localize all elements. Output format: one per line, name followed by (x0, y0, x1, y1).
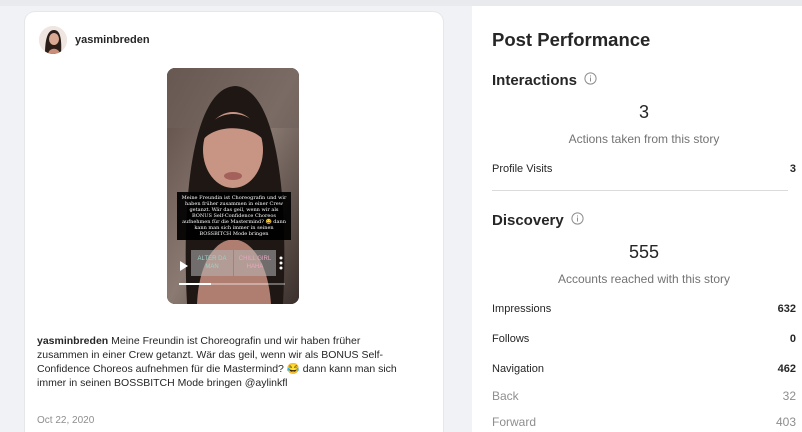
story-progress-fill (179, 283, 211, 285)
metric-label: Navigation (492, 363, 544, 375)
post-header: yasminbreden (39, 26, 150, 54)
metric-label: Follows (492, 333, 530, 345)
metric-value: 32 (782, 389, 796, 403)
metric-row-back: Back 32 (492, 389, 796, 403)
metric-value: 462 (777, 363, 796, 375)
story-sticker: CHILL GIRL HAHA (234, 250, 276, 276)
interactions-heading: Interactions (492, 72, 597, 89)
discovery-description: Accounts reached with this story (557, 272, 731, 286)
post-performance-panel: Post Performance Interactions 3 Actions … (472, 6, 802, 432)
info-icon[interactable] (584, 72, 597, 89)
metric-row-follows: Follows 0 (492, 333, 796, 345)
discovery-heading-label: Discovery (492, 212, 564, 229)
metric-value: 403 (775, 415, 796, 429)
metric-label: Impressions (492, 303, 552, 315)
metric-label: Back (492, 389, 519, 403)
info-icon[interactable] (571, 212, 584, 229)
play-icon[interactable] (179, 258, 189, 276)
metric-label: Forward (492, 415, 537, 429)
story-overlay-text: Meine Freundin ist Choreografin und wir … (177, 192, 291, 240)
post-username[interactable]: yasminbreden (75, 34, 150, 46)
discovery-heading: Discovery (492, 212, 584, 229)
story-preview[interactable]: Meine Freundin ist Choreografin und wir … (167, 68, 299, 304)
interactions-description: Actions taken from this story (568, 132, 720, 146)
metric-value: 3 (789, 163, 796, 175)
story-progress-bar[interactable] (179, 283, 285, 285)
post-card: yasminbreden Meine Freundin ist Choreogr… (25, 12, 443, 432)
post-caption: yasminbreden Meine Freundin ist Choreogr… (37, 334, 407, 390)
metric-label: Profile Visits (492, 163, 553, 175)
avatar[interactable] (39, 26, 67, 54)
metric-row-impressions: Impressions 632 (492, 303, 796, 315)
metric-value: 632 (777, 303, 796, 315)
metric-row-forward: Forward 403 (492, 415, 796, 429)
caption-username[interactable]: yasminbreden (37, 335, 108, 347)
interactions-heading-label: Interactions (492, 72, 578, 89)
metric-value: 0 (789, 333, 796, 345)
metric-row-profile-visits: Profile Visits 3 (492, 163, 796, 175)
metric-row-navigation: Navigation 462 (492, 363, 796, 375)
avatar-image (39, 26, 67, 54)
panel-title: Post Performance (492, 29, 651, 50)
discovery-value: 555 (628, 242, 660, 262)
more-options-icon[interactable] (279, 256, 283, 275)
story-sticker: ALTER DA MAN (191, 250, 233, 276)
post-date: Oct 22, 2020 (37, 415, 95, 426)
interactions-value: 3 (638, 102, 649, 122)
section-divider (492, 190, 788, 191)
